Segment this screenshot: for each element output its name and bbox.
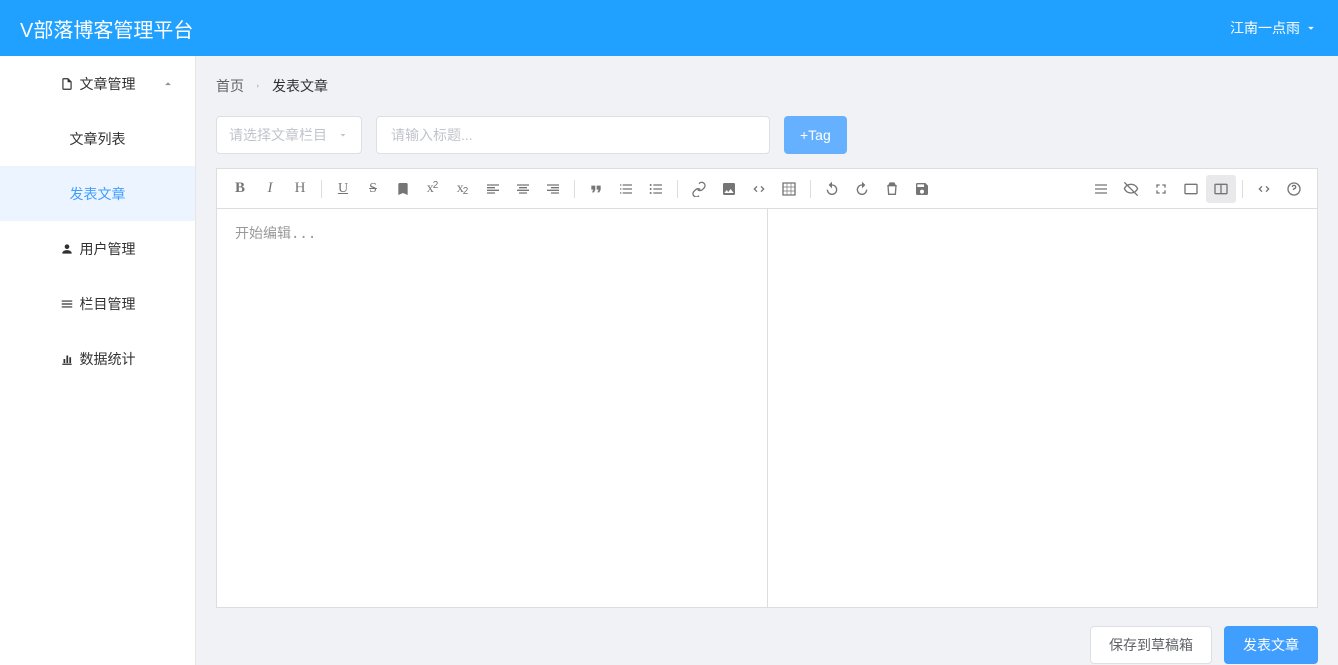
column-select[interactable]: 请选择文章栏目 <box>216 116 362 154</box>
chevron-up-icon <box>161 77 175 91</box>
app-header: V部落博客管理平台 江南一点雨 <box>0 0 1338 56</box>
editor-preview-pane <box>768 209 1318 607</box>
chart-icon <box>60 352 74 366</box>
toolbar-separator <box>321 180 322 198</box>
editor-source-pane[interactable]: 开始编辑... <box>217 209 768 607</box>
publish-button[interactable]: 发表文章 <box>1224 626 1318 664</box>
bookmark-button[interactable] <box>388 175 418 203</box>
sidebar-item-stats[interactable]: 数据统计 <box>0 331 195 386</box>
save-draft-button[interactable]: 保存到草稿箱 <box>1090 626 1212 664</box>
underline-button[interactable]: U <box>328 175 358 203</box>
ordered-list-button[interactable] <box>611 175 641 203</box>
code-button[interactable] <box>744 175 774 203</box>
bold-button[interactable]: B <box>225 175 255 203</box>
breadcrumb-separator <box>254 80 262 92</box>
toolbar-separator <box>810 180 811 198</box>
add-tag-button[interactable]: +Tag <box>784 116 847 154</box>
align-left-button[interactable] <box>478 175 508 203</box>
footer-actions: 保存到草稿箱 发表文章 <box>196 608 1338 665</box>
read-mode-button[interactable] <box>1176 175 1206 203</box>
align-right-button[interactable] <box>538 175 568 203</box>
form-row: 请选择文章栏目 +Tag <box>196 108 1338 168</box>
user-icon <box>60 242 74 256</box>
undo-button[interactable] <box>817 175 847 203</box>
editor: B I H U S x2 x2 <box>216 168 1318 608</box>
menu-icon <box>60 297 74 311</box>
toolbar-separator <box>677 180 678 198</box>
document-icon <box>60 77 74 91</box>
select-placeholder: 请选择文章栏目 <box>229 125 327 145</box>
html-source-button[interactable] <box>1249 175 1279 203</box>
title-input[interactable] <box>376 116 770 154</box>
table-button[interactable] <box>774 175 804 203</box>
redo-button[interactable] <box>847 175 877 203</box>
editor-toolbar: B I H U S x2 x2 <box>217 169 1317 209</box>
link-button[interactable] <box>684 175 714 203</box>
sidebar-label: 发表文章 <box>70 184 126 204</box>
editor-body: 开始编辑... <box>217 209 1317 607</box>
align-center-button[interactable] <box>508 175 538 203</box>
sidebar-item-articles[interactable]: 文章管理 <box>0 56 195 111</box>
app-title: V部落博客管理平台 <box>20 14 193 43</box>
save-button[interactable] <box>907 175 937 203</box>
image-button[interactable] <box>714 175 744 203</box>
sidebar-label: 文章管理 <box>80 74 136 94</box>
sidebar-label: 栏目管理 <box>80 294 136 314</box>
sidebar-label: 数据统计 <box>80 349 136 369</box>
sidebar-item-article-list[interactable]: 文章列表 <box>0 111 195 166</box>
breadcrumb: 首页 发表文章 <box>196 56 1338 108</box>
split-view-button[interactable] <box>1206 175 1236 203</box>
sidebar: 文章管理 文章列表 发表文章 用户管理 栏目管理 数据统 <box>0 56 196 665</box>
trash-button[interactable] <box>877 175 907 203</box>
user-dropdown[interactable]: 江南一点雨 <box>1230 18 1318 38</box>
sidebar-label: 文章列表 <box>70 129 126 149</box>
preview-off-button[interactable] <box>1116 175 1146 203</box>
breadcrumb-home[interactable]: 首页 <box>216 76 244 96</box>
navigation-button[interactable] <box>1086 175 1116 203</box>
chevron-down-icon <box>1304 21 1318 35</box>
sidebar-item-publish-article[interactable]: 发表文章 <box>0 166 195 221</box>
strikethrough-button[interactable]: S <box>358 175 388 203</box>
help-button[interactable] <box>1279 175 1309 203</box>
main-content: 首页 发表文章 请选择文章栏目 +Tag B I H <box>196 56 1338 665</box>
sidebar-item-columns[interactable]: 栏目管理 <box>0 276 195 331</box>
editor-placeholder: 开始编辑... <box>235 226 316 242</box>
user-name: 江南一点雨 <box>1230 18 1300 38</box>
quote-button[interactable] <box>581 175 611 203</box>
toolbar-separator <box>1242 180 1243 198</box>
breadcrumb-current: 发表文章 <box>272 76 328 96</box>
italic-button[interactable]: I <box>255 175 285 203</box>
sidebar-label: 用户管理 <box>80 239 136 259</box>
chevron-down-icon <box>337 129 349 141</box>
toolbar-separator <box>574 180 575 198</box>
heading-button[interactable]: H <box>285 175 315 203</box>
fullscreen-button[interactable] <box>1146 175 1176 203</box>
subscript-button[interactable]: x2 <box>448 175 478 203</box>
unordered-list-button[interactable] <box>641 175 671 203</box>
sidebar-item-users[interactable]: 用户管理 <box>0 221 195 276</box>
superscript-button[interactable]: x2 <box>418 175 448 203</box>
